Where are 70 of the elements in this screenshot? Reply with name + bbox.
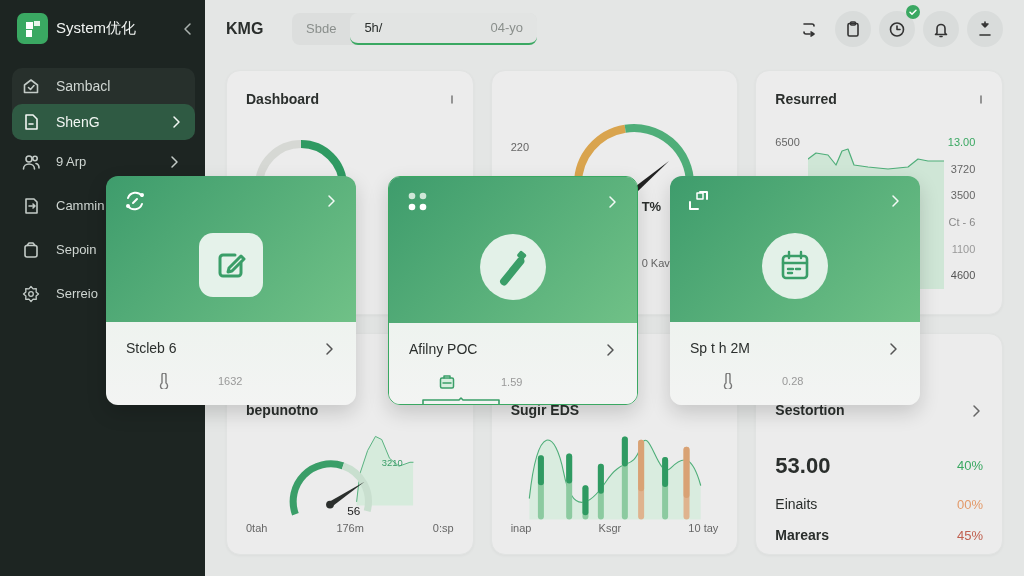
- axis-label: 1100: [951, 241, 976, 257]
- bar: [661, 456, 668, 520]
- axis-label: 3720: [950, 161, 976, 177]
- bar: [565, 453, 572, 520]
- axis-label: 13.00: [947, 135, 976, 150]
- card-title: Dashboard: [246, 90, 320, 109]
- axis-label: Ct - 6: [948, 215, 976, 231]
- bell-button[interactable]: [923, 11, 959, 47]
- frame-corners-icon: [688, 190, 709, 211]
- axis-label: 0tah: [246, 520, 268, 536]
- clipboard-button[interactable]: [835, 11, 871, 47]
- sidebar-item[interactable]: Sepoin: [12, 239, 97, 261]
- bar: [597, 463, 604, 520]
- range-label: 04-yo: [490, 19, 523, 38]
- pencil-square-icon: [199, 233, 263, 297]
- sidebar-item[interactable]: Sambacl: [12, 68, 195, 104]
- axis-label: inap: [510, 520, 532, 536]
- bar: [582, 485, 589, 520]
- export-icon: [22, 197, 40, 215]
- sync-icon: [124, 190, 145, 211]
- box-icon: [22, 241, 40, 259]
- sidebar-item[interactable]: ShenG: [12, 104, 195, 140]
- settings-icon: [22, 285, 40, 303]
- users-icon: [22, 153, 40, 171]
- reading-label: 56: [347, 503, 361, 517]
- card-title: Afilny POC: [409, 340, 478, 359]
- sidebar-item[interactable]: Cammin: [12, 195, 105, 217]
- axis-label: 0:sp: [432, 520, 454, 536]
- tab[interactable]: 5h/ 04-yo: [350, 13, 537, 45]
- menu-icon[interactable]: [979, 94, 983, 105]
- axis-label: 0 Kav: [641, 255, 670, 271]
- dots-grid-icon: [407, 191, 428, 212]
- card-value: 0.28: [782, 374, 804, 389]
- axis-label: 10 tay: [688, 520, 719, 536]
- calendar-icon: [762, 233, 828, 299]
- feature-card[interactable]: Afilny POC 1.59: [388, 176, 638, 405]
- percent-value: 45%: [956, 526, 983, 545]
- axis-label: 176m: [336, 520, 364, 536]
- total-value: 53.00: [775, 452, 831, 480]
- axis-label: 220: [510, 140, 529, 155]
- app-title: System优化: [56, 18, 137, 39]
- card-title: Stcleb 6: [126, 339, 177, 358]
- axis-label: Ksgr: [598, 520, 622, 536]
- clock-button[interactable]: [879, 11, 915, 47]
- percent-label: T%: [641, 198, 662, 216]
- page-title: KMG: [226, 19, 265, 39]
- home-icon: [22, 77, 40, 95]
- bar: [537, 455, 544, 520]
- sidebar-item[interactable]: Serreio: [12, 283, 98, 305]
- briefcase-icon: [439, 374, 455, 391]
- swap-icon: [800, 20, 818, 38]
- marker-icon: [480, 234, 546, 300]
- axis-label: 3500: [950, 188, 976, 204]
- clock-icon: [888, 20, 906, 38]
- stat-label: Einaits: [775, 495, 818, 514]
- axis-label: 4600: [950, 268, 976, 284]
- menu-icon[interactable]: [449, 94, 454, 105]
- value-label: 3210: [381, 457, 403, 469]
- percent-value: 00%: [956, 495, 983, 514]
- card-value: 1632: [218, 374, 243, 389]
- percent-value: 40%: [956, 456, 983, 475]
- card-title: Sp t h 2M: [690, 339, 750, 358]
- clipboard-icon: [844, 20, 862, 38]
- axis-label: 6500: [775, 135, 800, 150]
- card-value: 1.59: [501, 375, 523, 390]
- logo-icon: [17, 13, 48, 44]
- sidebar-item[interactable]: 9 Arp: [12, 151, 182, 173]
- stat-label: Marears: [775, 526, 830, 545]
- card-title: Resurred: [775, 90, 837, 109]
- document-icon: [22, 113, 40, 131]
